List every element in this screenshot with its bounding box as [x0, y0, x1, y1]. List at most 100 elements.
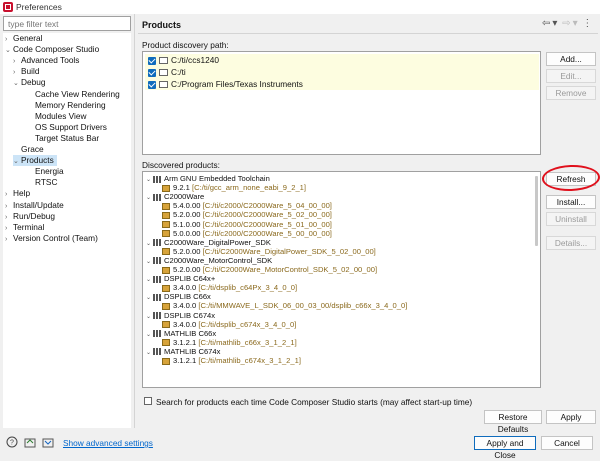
- product-group[interactable]: ⌄ C2000Ware: [146, 192, 204, 201]
- forward-menu-icon[interactable]: ▾: [573, 18, 578, 29]
- add-path-button[interactable]: Add...: [546, 52, 596, 66]
- product-group[interactable]: ⌄ Arm GNU Embedded Toolchain: [146, 174, 270, 183]
- apply-and-close-button[interactable]: Apply and Close: [474, 436, 536, 460]
- product-version[interactable]: 5.2.0.00 [C:/ti/C2000Ware_DigitalPower_S…: [162, 247, 376, 256]
- tree-item[interactable]: › Advanced Tools: [13, 55, 79, 66]
- search-on-startup-checkbox[interactable]: [144, 397, 152, 405]
- product-location: [C:/ti/mathlib_c66x_3_1_2_1]: [198, 337, 297, 347]
- product-version[interactable]: 3.4.0.0 [C:/ti/MMWAVE_L_SDK_06_00_03_00/…: [162, 301, 407, 310]
- tree-item[interactable]: › Version Control (Team): [5, 233, 98, 244]
- edit-path-button[interactable]: Edit...: [546, 69, 596, 83]
- chevron-down-icon[interactable]: ⌄: [146, 194, 153, 203]
- page-nav: ⇦ ▾ ⇨ ▾ ⋮: [540, 18, 592, 29]
- product-version-number: 3.4.0.0: [173, 319, 197, 329]
- tree-item[interactable]: › Install/Update: [5, 200, 64, 211]
- apply-button[interactable]: Apply: [546, 410, 596, 424]
- tree-item[interactable]: ⌄ Code Composer Studio: [5, 44, 99, 55]
- cancel-button[interactable]: Cancel: [541, 436, 593, 450]
- path-checkbox[interactable]: [148, 68, 156, 77]
- chevron-right-icon[interactable]: ›: [5, 234, 13, 245]
- product-version[interactable]: 3.4.0.0 [C:/ti/dsplib_c674x_3_4_0_0]: [162, 320, 296, 329]
- export-preferences-icon[interactable]: [42, 436, 54, 448]
- product-group[interactable]: ⌄ MATHLIB C674x: [146, 347, 220, 356]
- path-item[interactable]: C:/ti/ccs1240: [145, 54, 539, 66]
- restore-defaults-button[interactable]: Restore Defaults: [484, 410, 542, 434]
- discovered-products-tree[interactable]: ⌄ Arm GNU Embedded Toolchain 9.2.1 [C:/ti/…: [142, 171, 541, 388]
- product-group[interactable]: ⌄ C2000Ware_DigitalPower_SDK: [146, 238, 271, 247]
- product-version-number: 3.4.0.0: [173, 301, 197, 311]
- view-menu-icon[interactable]: ⋮: [582, 18, 592, 29]
- forward-arrow-icon[interactable]: ⇨: [562, 18, 570, 29]
- discovery-path-list[interactable]: C:/ti/ccs1240 C:/ti C:/Program Files/Tex…: [142, 51, 541, 155]
- product-version[interactable]: 5.4.0.00 [C:/ti/c2000/C2000Ware_5_04_00_…: [162, 201, 332, 210]
- show-advanced-settings-link[interactable]: Show advanced settings: [63, 438, 153, 448]
- tree-item[interactable]: › General: [5, 33, 43, 44]
- install-button[interactable]: Install...: [546, 195, 596, 209]
- tree-item[interactable]: Cache View Rendering: [27, 89, 120, 100]
- chevron-down-icon[interactable]: ⌄: [13, 78, 21, 89]
- path-label: C:/Program Files/Texas Instruments: [171, 79, 303, 89]
- product-version[interactable]: 5.0.0.00 [C:/ti/c2000/C2000Ware_5_00_00_…: [162, 229, 332, 238]
- chevron-down-icon[interactable]: ⌄: [5, 45, 13, 56]
- tree-item[interactable]: Energia: [27, 166, 64, 177]
- chevron-down-icon[interactable]: ⌄: [13, 156, 21, 167]
- chevron-down-icon[interactable]: ⌄: [146, 240, 153, 249]
- tree-item[interactable]: ⌄ Debug: [13, 77, 45, 88]
- tree-item[interactable]: › Build: [13, 66, 39, 77]
- back-arrow-icon[interactable]: ⇦: [542, 18, 550, 29]
- package-icon: [162, 321, 170, 329]
- uninstall-button[interactable]: Uninstall: [546, 212, 596, 226]
- remove-path-button[interactable]: Remove: [546, 86, 596, 100]
- tree-item[interactable]: ⌄ Products: [13, 155, 57, 167]
- chevron-down-icon[interactable]: ⌄: [146, 349, 153, 358]
- tree-item[interactable]: Modules View: [27, 111, 87, 122]
- tree-item[interactable]: Grace: [13, 144, 44, 155]
- product-version[interactable]: 3.1.2.1 [C:/ti/mathlib_c674x_3_1_2_1]: [162, 356, 301, 365]
- details-button[interactable]: Details...: [546, 236, 596, 250]
- product-group[interactable]: ⌄ DSPLIB C64x+: [146, 274, 215, 283]
- product-group[interactable]: ⌄ C2000Ware_MotorControl_SDK: [146, 256, 272, 265]
- tree-item-label: Code Composer Studio: [13, 44, 100, 55]
- chevron-down-icon[interactable]: ⌄: [146, 176, 153, 185]
- back-menu-icon[interactable]: ▾: [552, 18, 557, 29]
- product-version[interactable]: 9.2.1 [C:/ti/gcc_arm_none_eabi_9_2_1]: [162, 183, 306, 192]
- path-item[interactable]: C:/Program Files/Texas Instruments: [145, 78, 539, 90]
- product-group[interactable]: ⌄ MATHLIB C66x: [146, 329, 216, 338]
- pane-divider[interactable]: [134, 14, 135, 428]
- product-version-number: 5.4.0.00: [173, 201, 201, 211]
- path-checkbox[interactable]: [148, 56, 156, 65]
- tree-item-label: Cache View Rendering: [35, 88, 120, 99]
- tree-item[interactable]: Memory Rendering: [27, 100, 106, 111]
- window-title: Preferences: [16, 2, 62, 12]
- chevron-down-icon[interactable]: ⌄: [146, 313, 153, 322]
- filter-input[interactable]: [3, 16, 131, 31]
- products-scrollbar[interactable]: [535, 176, 538, 246]
- tree-item[interactable]: › Terminal: [5, 222, 44, 233]
- package-icon: [162, 202, 170, 210]
- product-location: [C:/ti/mathlib_c674x_3_1_2_1]: [198, 356, 301, 365]
- preferences-tree[interactable]: › General ⌄ Code Composer Studio › Advanced T…: [3, 33, 131, 428]
- tree-item[interactable]: › Run/Debug: [5, 211, 55, 222]
- chevron-down-icon[interactable]: ⌄: [146, 331, 153, 340]
- path-checkbox[interactable]: [148, 80, 156, 89]
- tree-item[interactable]: RTSC: [27, 177, 57, 188]
- path-item[interactable]: C:/ti: [145, 66, 539, 78]
- help-icon[interactable]: ?: [6, 436, 18, 448]
- chevron-down-icon[interactable]: ⌄: [146, 258, 153, 267]
- tree-item[interactable]: OS Support Drivers: [27, 122, 107, 133]
- tree-item-label: Terminal: [13, 221, 45, 232]
- import-preferences-icon[interactable]: [24, 436, 36, 448]
- product-version[interactable]: 3.1.2.1 [C:/ti/mathlib_c66x_3_1_2_1]: [162, 338, 297, 347]
- product-group[interactable]: ⌄ DSPLIB C66x: [146, 292, 211, 301]
- tree-item[interactable]: › Help: [5, 188, 30, 199]
- package-icon: [162, 184, 170, 192]
- product-version[interactable]: 5.2.0.00 [C:/ti/c2000/C2000Ware_5_02_00_…: [162, 210, 332, 219]
- chevron-down-icon[interactable]: ⌄: [146, 294, 153, 303]
- product-version[interactable]: 3.4.0.0 [C:/ti/dsplib_c64Px_3_4_0_0]: [162, 283, 297, 292]
- product-group[interactable]: ⌄ DSPLIB C674x: [146, 311, 215, 320]
- chevron-down-icon[interactable]: ⌄: [146, 276, 153, 285]
- product-version-number: 5.2.0.00: [173, 265, 201, 274]
- product-version[interactable]: 5.1.0.00 [C:/ti/c2000/C2000Ware_5_01_00_…: [162, 220, 332, 229]
- tree-item[interactable]: Target Status Bar: [27, 133, 99, 144]
- product-version[interactable]: 5.2.0.00 [C:/ti/C2000Ware_MotorControl_S…: [162, 265, 377, 274]
